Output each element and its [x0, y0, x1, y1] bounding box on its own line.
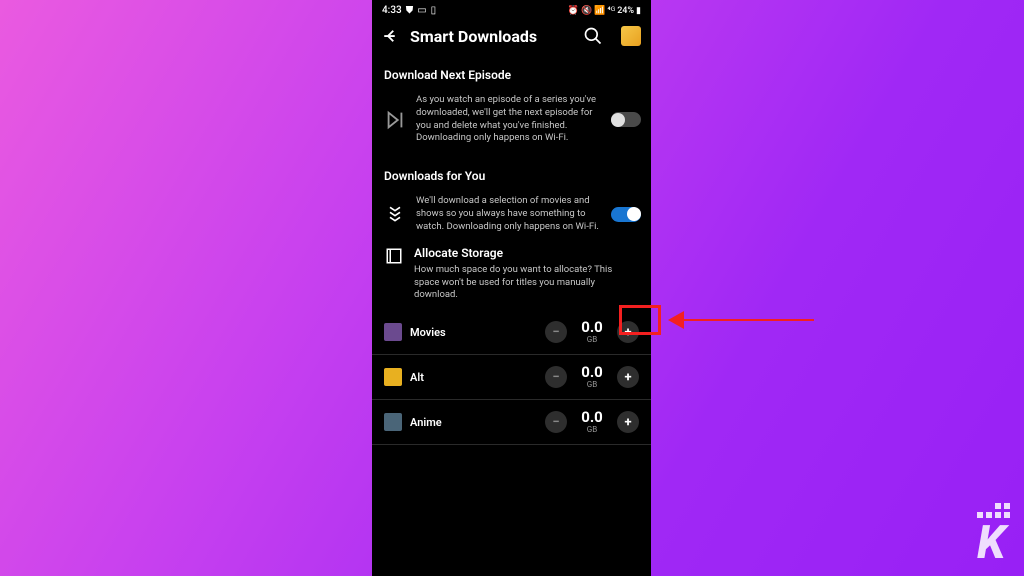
increase-button[interactable]: + [617, 366, 639, 388]
page-title: Smart Downloads [410, 27, 573, 46]
storage-value: 0.0 GB [575, 320, 609, 344]
card-icon: ▭ [417, 5, 426, 16]
battery-pct: 24% [617, 6, 634, 16]
annotation-arrow [668, 311, 814, 329]
signal-icon: ⁴ᴳ [607, 5, 615, 16]
search-icon[interactable] [583, 26, 603, 46]
toggle-next-episode[interactable] [611, 112, 641, 127]
allocate-title: Allocate Storage [414, 246, 639, 260]
foryou-desc: We'll download a selection of movies and… [416, 195, 601, 233]
decrease-button[interactable]: − [545, 366, 567, 388]
row-downloads-for-you: We'll download a selection of movies and… [372, 191, 651, 243]
storage-label: Anime [410, 416, 537, 429]
back-arrow-icon[interactable] [382, 27, 400, 45]
storage-thumb [384, 413, 402, 431]
play-next-icon [384, 109, 406, 131]
shield-icon: ⛊ [406, 5, 414, 16]
storage-thumb [384, 323, 402, 341]
increase-button[interactable]: + [617, 321, 639, 343]
app-header: Smart Downloads [372, 18, 651, 54]
storage-label: Movies [410, 326, 537, 339]
storage-row: Movies − 0.0 GB + [372, 310, 651, 355]
storage-label: Alt [410, 371, 537, 384]
storage-row: Alt − 0.0 GB + [372, 355, 651, 400]
storage-value: 0.0 GB [575, 365, 609, 389]
increase-button[interactable]: + [617, 411, 639, 433]
profile-avatar[interactable] [621, 26, 641, 46]
decrease-button[interactable]: − [545, 321, 567, 343]
mute-icon: 🔇 [581, 6, 592, 16]
wifi-icon: 📶 [594, 6, 605, 16]
alarm-icon: ⏰ [568, 6, 579, 16]
section-title-next: Download Next Episode [372, 54, 651, 90]
storage-list: Movies − 0.0 GB + Alt − 0.0 GB + Anime −… [372, 310, 651, 445]
download-stack-icon [384, 203, 406, 225]
allocate-section: Allocate Storage How much space do you w… [372, 244, 651, 310]
sim-icon: ▯ [431, 5, 437, 16]
watermark-letter: K [977, 516, 1010, 570]
phone-frame: 4:33 ⛊ ▭ ▯ ⏰ 🔇 📶 ⁴ᴳ 24% ▮ Smart Download… [372, 0, 651, 576]
status-time: 4:33 [382, 5, 402, 16]
decrease-button[interactable]: − [545, 411, 567, 433]
allocate-desc: How much space do you want to allocate? … [414, 264, 639, 302]
storage-thumb [384, 368, 402, 386]
storage-row: Anime − 0.0 GB + [372, 400, 651, 445]
status-bar: 4:33 ⛊ ▭ ▯ ⏰ 🔇 📶 ⁴ᴳ 24% ▮ [372, 0, 651, 18]
storage-icon [384, 246, 404, 266]
toggle-downloads-for-you[interactable] [611, 207, 641, 222]
next-desc: As you watch an episode of a series you'… [416, 94, 601, 145]
battery-icon: ▮ [636, 6, 641, 16]
row-next-episode: As you watch an episode of a series you'… [372, 90, 651, 155]
watermark: K [977, 503, 1010, 570]
storage-value: 0.0 GB [575, 410, 609, 434]
section-title-foryou: Downloads for You [372, 155, 651, 191]
